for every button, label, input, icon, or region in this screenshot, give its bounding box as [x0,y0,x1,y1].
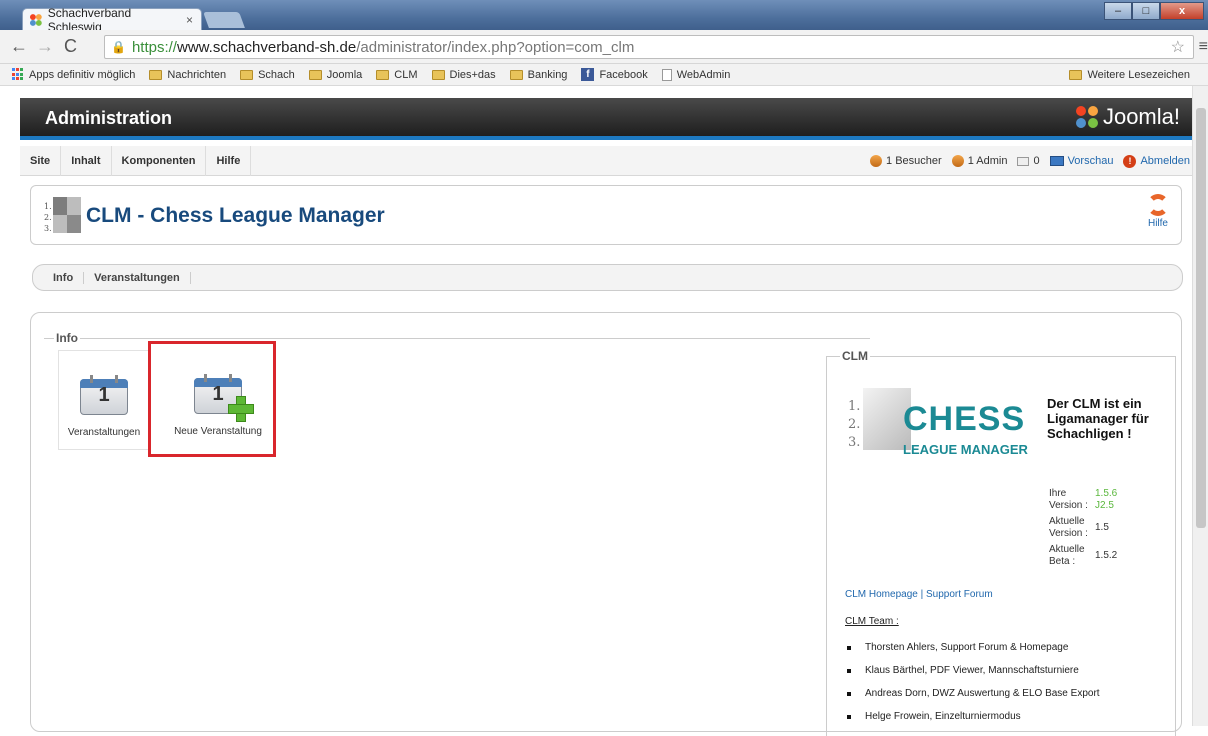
submenu-info[interactable]: Info [51,271,85,284]
version-row-latest: Aktuelle Version : 1.5 [1049,516,1109,539]
reload-icon[interactable]: C [64,36,77,57]
folder-icon [240,69,254,80]
lifebuoy-icon [1147,194,1169,216]
menu-site[interactable]: Site [20,146,62,176]
folder-icon [149,69,163,80]
info-legend: Info [54,331,80,345]
chrome-menu-icon[interactable]: ≡ [1199,38,1208,56]
list-item: Helge Frowein, Einzelturniermodus [845,705,1100,728]
version-row-current: Ihre Version : 1.5.6 J2.5 [1049,488,1118,511]
calendar-icon: 1 [76,373,132,417]
component-header: 1. 2. 3. CLM - Chess League Manager Hilf… [30,185,1182,245]
minimize-button[interactable]: – [1104,2,1132,20]
user-icon [951,155,964,167]
list-item: Klaus Bärthel, PDF Viewer, Mannschaftstu… [845,659,1100,682]
forward-icon[interactable]: → [36,36,54,57]
bookmark-dies-das[interactable]: Dies+das [431,69,496,81]
bookmark-clm[interactable]: CLM [376,69,418,81]
browser-tab[interactable]: Schachverband Schleswig × [22,6,202,34]
logout-icon: ! [1123,154,1137,168]
page-icon [661,68,672,81]
submenu-veranstaltungen[interactable]: Veranstaltungen [84,271,191,284]
url-path: /administrator/index.php?option=com_clm [356,38,635,56]
new-tab-button[interactable] [203,12,245,28]
highlight-box [148,341,276,457]
bookmark-apps[interactable]: Apps definitiv möglich [12,68,135,81]
list-item: Andreas Dorn, DWZ Auswertung & ELO Base … [845,682,1100,705]
status-visitors: 1 Besucher [870,155,942,167]
maximize-button[interactable]: □ [1132,2,1160,20]
folder-icon [431,69,445,80]
back-icon[interactable]: ← [10,36,28,57]
clm-links[interactable]: CLM Homepage | Support Forum [845,589,993,600]
joomla-logo: Joomla! [1075,104,1180,130]
close-window-button[interactable]: x [1160,2,1204,20]
folder-icon [1069,69,1083,80]
scrollbar-thumb[interactable] [1196,108,1206,528]
preview-link[interactable]: Vorschau [1049,155,1113,167]
menu-komponenten[interactable]: Komponenten [112,146,207,176]
veranstaltungen-label: Veranstaltungen [67,427,141,438]
svg-text:3.: 3. [44,224,52,233]
team-list: Thorsten Ahlers, Support Forum & Homepag… [845,636,1100,728]
version-row-beta: Aktuelle Beta : 1.5.2 [1049,544,1118,567]
bookmarks-bar: Apps definitiv möglich Nachrichten Schac… [0,64,1208,86]
folder-icon [376,69,390,80]
svg-text:1.: 1. [44,202,52,211]
tab-close-icon[interactable]: × [186,13,193,27]
help-button[interactable]: Hilfe [1143,194,1173,229]
browser-toolbar: ← → C 🔒 https:// www.schachverband-sh.de… [0,30,1208,64]
clm-team-label: CLM Team : [845,616,899,627]
veranstaltungen-button[interactable]: 1 Veranstaltungen [58,350,150,450]
clm-description: Der CLM ist ein Ligamanager für Schachli… [1047,396,1149,441]
apps-grid-icon [12,68,25,81]
folder-icon [509,69,523,80]
bookmark-webadmin[interactable]: WebAdmin [661,68,730,81]
folder-icon [308,69,322,80]
joomla-logo-icon [1075,106,1098,128]
other-bookmarks[interactable]: Weitere Lesezeichen [1069,69,1190,81]
clm-logo-icon: 1. 2. 3. [44,197,81,233]
clm-legend: CLM [840,349,870,363]
chess-league-manager-logo: 1. 2. 3. CHESS LEAGUE MANAGER [845,388,1035,468]
status-messages[interactable]: 0 [1017,155,1040,167]
address-bar[interactable]: 🔒 https:// www.schachverband-sh.de /admi… [104,35,1194,59]
url-scheme: https:// [131,38,177,56]
submenu: Info Veranstaltungen [32,264,1183,291]
logout-link[interactable]: ! Abmelden [1123,154,1190,168]
bookmark-banking[interactable]: Banking [509,69,567,81]
facebook-icon: f [581,68,595,81]
page-scrollbar[interactable] [1192,86,1208,726]
lock-icon: 🔒 [111,40,126,54]
joomla-favicon-icon [29,13,42,26]
page-title: CLM - Chess League Manager [86,204,385,227]
bookmark-star-icon[interactable]: ☆ [1171,37,1185,57]
admin-title: Administration [45,108,173,128]
preview-icon [1049,156,1064,166]
admin-menubar: Site Inhalt Komponenten Hilfe 1 Besucher… [20,146,1192,176]
bookmark-nachrichten[interactable]: Nachrichten [149,69,226,81]
status-admins: 1 Admin [951,155,1007,167]
svg-text:2.: 2. [44,213,52,222]
mail-icon [1017,156,1030,166]
list-item: Thorsten Ahlers, Support Forum & Homepag… [845,636,1100,659]
version-table: Ihre Version : 1.5.6 J2.5 Aktuelle Versi… [1049,486,1121,570]
admin-header: Administration Joomla! [20,98,1192,140]
menu-inhalt[interactable]: Inhalt [61,146,112,176]
browser-titlebar: Schachverband Schleswig × – □ x [0,0,1208,34]
bookmark-schach[interactable]: Schach [240,69,295,81]
bookmark-joomla[interactable]: Joomla [308,69,362,81]
url-host: www.schachverband-sh.de [176,38,357,56]
menu-hilfe[interactable]: Hilfe [206,146,252,176]
bookmark-facebook[interactable]: f Facebook [581,68,648,81]
user-icon [870,155,883,167]
